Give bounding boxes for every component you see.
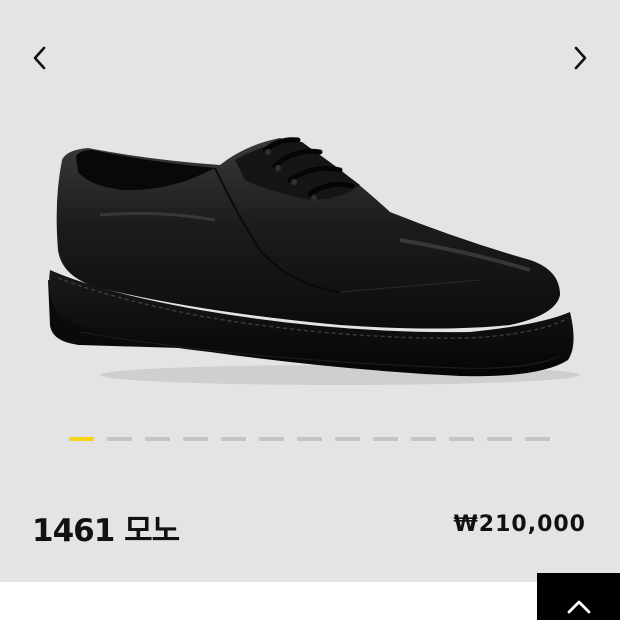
carousel-dot[interactable]: [449, 437, 474, 441]
carousel-dot[interactable]: [183, 437, 208, 441]
carousel-indicator: [69, 437, 550, 441]
product-price: ₩210,000: [453, 512, 586, 537]
chevron-left-icon: [33, 46, 46, 70]
previous-image-button[interactable]: [22, 40, 58, 76]
carousel-dot[interactable]: [411, 437, 436, 441]
carousel-dot[interactable]: [221, 437, 246, 441]
carousel-dot[interactable]: [373, 437, 398, 441]
chevron-right-icon: [574, 46, 587, 70]
carousel-dot[interactable]: [487, 437, 512, 441]
product-image: [48, 137, 580, 385]
carousel-dot[interactable]: [107, 437, 132, 441]
carousel-dot[interactable]: [297, 437, 322, 441]
carousel-dot[interactable]: [335, 437, 360, 441]
product-gallery: 1461 모노 ₩210,000: [0, 0, 620, 582]
product-title: 1461 모노: [32, 513, 180, 549]
carousel-dot[interactable]: [69, 437, 94, 441]
carousel-dot[interactable]: [525, 437, 550, 441]
carousel-dot[interactable]: [145, 437, 170, 441]
chevron-up-icon: [567, 600, 590, 614]
next-image-button[interactable]: [562, 40, 598, 76]
carousel-dot[interactable]: [259, 437, 284, 441]
scroll-to-top-button[interactable]: [537, 573, 620, 620]
